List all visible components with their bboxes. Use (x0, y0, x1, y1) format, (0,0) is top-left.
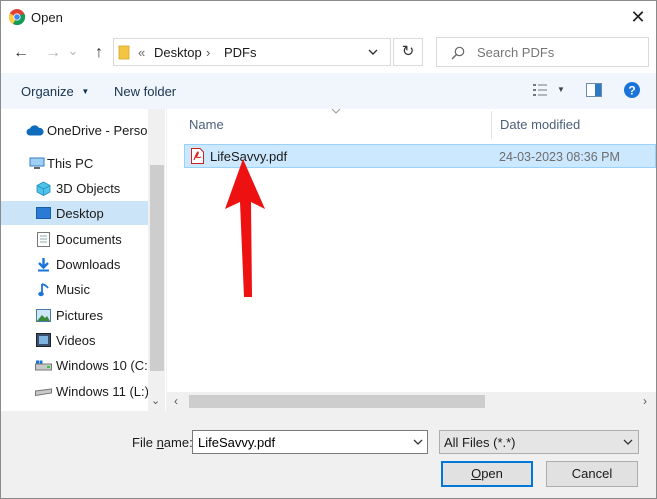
scroll-down-icon[interactable]: ⌄ (151, 394, 160, 407)
caret-down-icon: ▼ (81, 87, 90, 96)
scrollbar-thumb[interactable] (189, 395, 485, 408)
close-button[interactable]: ✕ (627, 6, 649, 28)
download-icon (38, 258, 49, 272)
desktop-icon (36, 207, 51, 219)
breadcrumb-pdfs[interactable]: PDFs (224, 45, 257, 60)
file-type-filter[interactable]: All Files (*.*) (439, 430, 639, 454)
scrollbar-thumb[interactable] (150, 165, 164, 371)
sort-indicator-icon (331, 108, 341, 114)
chevron-down-icon[interactable] (413, 439, 423, 446)
recent-locations-button[interactable]: ⌄ (63, 41, 83, 61)
cube-icon (36, 181, 51, 196)
sidebar-item-windows-10[interactable]: Windows 10 (C:) (1, 353, 152, 377)
sidebar-item-videos[interactable]: Videos (1, 328, 148, 352)
organize-button[interactable]: Organize ▼ (21, 84, 89, 99)
open-button[interactable]: Open (441, 461, 533, 487)
breadcrumb-desktop[interactable]: Desktop (154, 45, 202, 60)
file-name-input[interactable] (196, 434, 400, 451)
folder-icon (118, 45, 130, 60)
organize-label: Organize (21, 84, 74, 99)
file-date: 24-03-2023 08:36 PM (499, 150, 620, 164)
column-header-name[interactable]: Name (189, 117, 224, 132)
videos-icon (36, 333, 51, 347)
sidebar-item-onedrive[interactable]: OneDrive - Person (1, 118, 155, 142)
pdf-icon (191, 148, 204, 164)
sidebar-item-label: Windows 11 (L:) (56, 384, 149, 399)
search-input[interactable] (475, 44, 644, 61)
sidebar-item-music[interactable]: Music (1, 277, 148, 301)
sidebar-item-downloads[interactable]: Downloads (1, 252, 148, 276)
column-divider[interactable] (491, 111, 492, 139)
sidebar-item-pictures[interactable]: Pictures (1, 303, 148, 327)
sidebar-item-3d-objects[interactable]: 3D Objects (1, 176, 148, 200)
file-name-label: File name: (132, 435, 193, 450)
sidebar-item-label: Windows 10 (C:) (56, 358, 153, 373)
search-icon (451, 46, 465, 60)
sidebar-item-this-pc[interactable]: This PC (1, 151, 148, 175)
new-folder-button[interactable]: New folder (114, 84, 176, 99)
breadcrumb-arrow: › (206, 45, 211, 60)
music-icon (38, 283, 49, 297)
breadcrumb-overflow[interactable]: « (138, 45, 145, 60)
cloud-icon (26, 125, 44, 136)
view-options-icon[interactable] (532, 83, 548, 97)
sidebar-item-label: Documents (56, 232, 122, 247)
sidebar-item-windows-11[interactable]: Windows 11 (L:) (1, 379, 149, 403)
scroll-left-icon[interactable]: ‹ (174, 394, 178, 408)
filter-value: All Files (*.*) (444, 435, 516, 450)
pictures-icon (36, 309, 51, 322)
sidebar-item-desktop[interactable]: Desktop (1, 201, 148, 225)
drive-icon (35, 388, 52, 396)
document-icon (37, 232, 50, 247)
back-button[interactable]: ← (11, 43, 31, 63)
sidebar-item-label: 3D Objects (56, 181, 121, 196)
sidebar-item-label: Desktop (56, 206, 104, 221)
forward-button[interactable]: → (43, 43, 63, 63)
drive-icon (35, 360, 52, 371)
address-bar[interactable]: « Desktop › PDFs (113, 38, 391, 66)
refresh-button[interactable]: ↻ (393, 38, 423, 66)
sidebar-item-documents[interactable]: Documents (1, 227, 148, 251)
help-icon[interactable]: ? (624, 82, 640, 98)
computer-icon (29, 157, 45, 169)
red-arrow-annotation (225, 159, 265, 297)
sidebar-item-label: Pictures (56, 308, 103, 323)
up-button[interactable]: ↑ (89, 43, 109, 63)
window-title: Open (31, 10, 63, 25)
search-box[interactable] (436, 37, 649, 67)
preview-pane-icon[interactable] (586, 83, 602, 97)
sidebar-item-label: Downloads (56, 257, 121, 272)
column-header-date[interactable]: Date modified (500, 117, 580, 132)
sidebar-item-label: OneDrive - Person (47, 123, 155, 138)
view-dropdown-icon[interactable]: ▼ (557, 85, 565, 94)
open-dialog: Open ✕ ← → ⌄ ↑ « Desktop › PDFs ↻ Organi… (0, 0, 657, 499)
navigation-pane: OneDrive - Person This PC 3D Objects Des… (1, 109, 166, 411)
sidebar-item-label: This PC (47, 156, 94, 171)
cancel-button[interactable]: Cancel (546, 461, 638, 487)
svg-text:?: ? (628, 84, 635, 98)
sidebar-item-label: Music (56, 282, 90, 297)
chevron-down-icon[interactable] (368, 49, 378, 56)
chrome-icon (9, 9, 25, 25)
sidebar-item-label: Videos (56, 333, 96, 348)
chevron-down-icon[interactable] (623, 439, 633, 446)
scroll-right-icon[interactable]: › (643, 394, 647, 408)
file-name-field[interactable] (192, 430, 428, 454)
title-bar (1, 1, 656, 33)
